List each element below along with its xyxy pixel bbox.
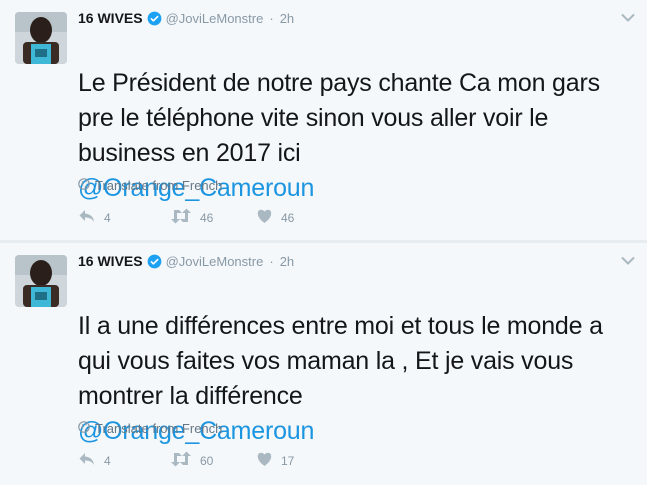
heart-icon [256, 451, 273, 470]
translate-label: Translate from French [95, 421, 223, 436]
tweet-actions: 4 60 17 [78, 451, 316, 470]
tweet-timestamp[interactable]: 2h [280, 11, 294, 26]
author-handle[interactable]: @JoviLeMonstre [166, 254, 264, 269]
verified-badge-icon [147, 254, 162, 269]
retweet-count: 46 [200, 210, 214, 225]
timeline: 16 WIVES @JoviLeMonstre · 2h Le Présiden… [0, 0, 647, 485]
tweet-timestamp[interactable]: 2h [280, 254, 294, 269]
retweet-count: 60 [200, 453, 214, 468]
tweet-body: Le Président de notre pays chante Ca mon… [78, 69, 600, 167]
reply-button[interactable]: 4 [78, 208, 170, 227]
retweet-icon [170, 208, 192, 227]
author-name[interactable]: 16 WIVES [78, 253, 143, 269]
reply-icon [78, 208, 96, 227]
like-button[interactable]: 46 [256, 208, 316, 227]
like-count: 17 [281, 453, 295, 468]
globe-icon [78, 421, 95, 436]
reply-button[interactable]: 4 [78, 451, 170, 470]
like-count: 46 [281, 210, 295, 225]
tweet-item[interactable]: 16 WIVES @JoviLeMonstre · 2h Le Présiden… [0, 0, 647, 240]
tweet-header: 16 WIVES @JoviLeMonstre · 2h [78, 251, 294, 271]
chevron-down-icon[interactable] [621, 10, 635, 28]
avatar[interactable] [15, 12, 67, 64]
globe-icon [78, 178, 95, 193]
separator-dot: · [269, 10, 274, 26]
author-name[interactable]: 16 WIVES [78, 10, 143, 26]
retweet-button[interactable]: 46 [170, 208, 256, 227]
translate-label: Translate from French [95, 178, 223, 193]
translate-link[interactable]: Translate from French [78, 178, 222, 193]
heart-icon [256, 208, 273, 227]
chevron-down-icon[interactable] [621, 253, 635, 271]
tweet-header: 16 WIVES @JoviLeMonstre · 2h [78, 8, 294, 28]
author-handle[interactable]: @JoviLeMonstre [166, 11, 264, 26]
reply-count: 4 [104, 210, 111, 225]
translate-link[interactable]: Translate from French [78, 421, 222, 436]
reply-count: 4 [104, 453, 111, 468]
avatar[interactable] [15, 255, 67, 307]
verified-badge-icon [147, 11, 162, 26]
retweet-button[interactable]: 60 [170, 451, 256, 470]
separator-dot: · [269, 253, 274, 269]
tweet-actions: 4 46 46 [78, 208, 316, 227]
tweet-item[interactable]: 16 WIVES @JoviLeMonstre · 2h Il a une di… [0, 243, 647, 485]
reply-icon [78, 451, 96, 470]
tweet-body: Il a une différences entre moi et tous l… [78, 312, 603, 410]
like-button[interactable]: 17 [256, 451, 316, 470]
retweet-icon [170, 451, 192, 470]
